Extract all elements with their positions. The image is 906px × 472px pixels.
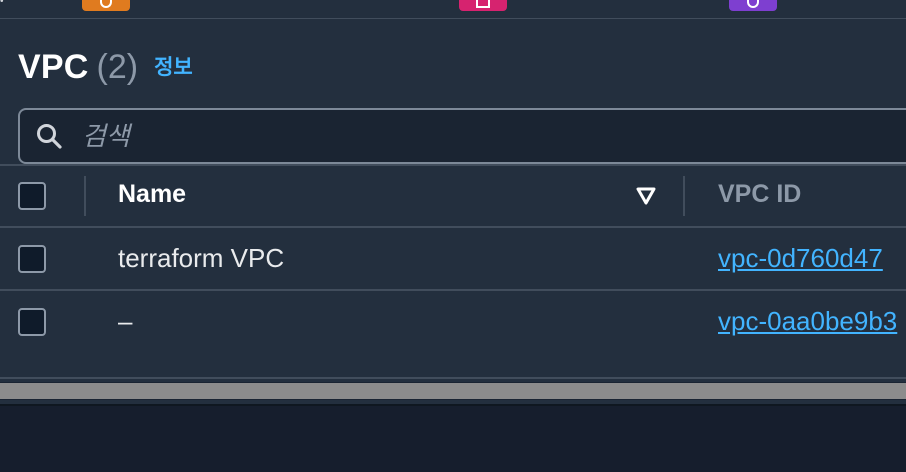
search-icon bbox=[37, 124, 62, 149]
service-glyph-icon bbox=[476, 0, 490, 8]
sort-descending-icon[interactable] bbox=[634, 184, 658, 208]
service-glyph-icon bbox=[747, 0, 759, 8]
row-checkbox[interactable] bbox=[18, 308, 46, 336]
cell-name: – bbox=[118, 306, 133, 336]
top-navigation-bar: • bbox=[0, 0, 906, 19]
purple-service-icon[interactable] bbox=[729, 0, 777, 11]
column-divider[interactable] bbox=[84, 176, 86, 216]
cell-vpc-id-link[interactable]: vpc-0d760d47 bbox=[718, 243, 883, 274]
orange-service-icon[interactable] bbox=[82, 0, 130, 11]
column-divider[interactable] bbox=[683, 176, 685, 216]
pink-service-icon[interactable] bbox=[459, 0, 507, 11]
cell-name: terraform VPC bbox=[118, 243, 285, 273]
vpc-table: Name VPC ID terraform VPC vpc-0d760d47 –… bbox=[0, 164, 906, 352]
table-row[interactable]: – vpc-0aa0be9b3 bbox=[0, 289, 906, 352]
table-row[interactable]: terraform VPC vpc-0d760d47 bbox=[0, 226, 906, 289]
service-glyph-icon bbox=[100, 0, 112, 8]
row-checkbox[interactable] bbox=[18, 245, 46, 273]
search-box[interactable] bbox=[18, 108, 906, 164]
item-count: (2) bbox=[96, 48, 139, 86]
table-header-row: Name VPC ID bbox=[0, 164, 906, 226]
search-input[interactable] bbox=[82, 110, 882, 162]
horizontal-scrollbar[interactable] bbox=[0, 382, 906, 400]
info-link[interactable]: 정보 bbox=[154, 51, 193, 81]
column-header-vpc-id[interactable]: VPC ID bbox=[718, 180, 801, 209]
footer-area bbox=[0, 404, 906, 472]
menu-icon[interactable]: • bbox=[0, 0, 22, 7]
table-bottom-border bbox=[0, 377, 906, 379]
cell-vpc-id-link[interactable]: vpc-0aa0be9b3 bbox=[718, 306, 897, 337]
page-title: VPC bbox=[18, 48, 89, 86]
column-header-name[interactable]: Name bbox=[118, 180, 186, 209]
scrollbar-thumb[interactable] bbox=[0, 383, 906, 399]
select-all-checkbox[interactable] bbox=[18, 182, 46, 210]
panel-header: VPC (2) 정보 bbox=[18, 48, 193, 87]
